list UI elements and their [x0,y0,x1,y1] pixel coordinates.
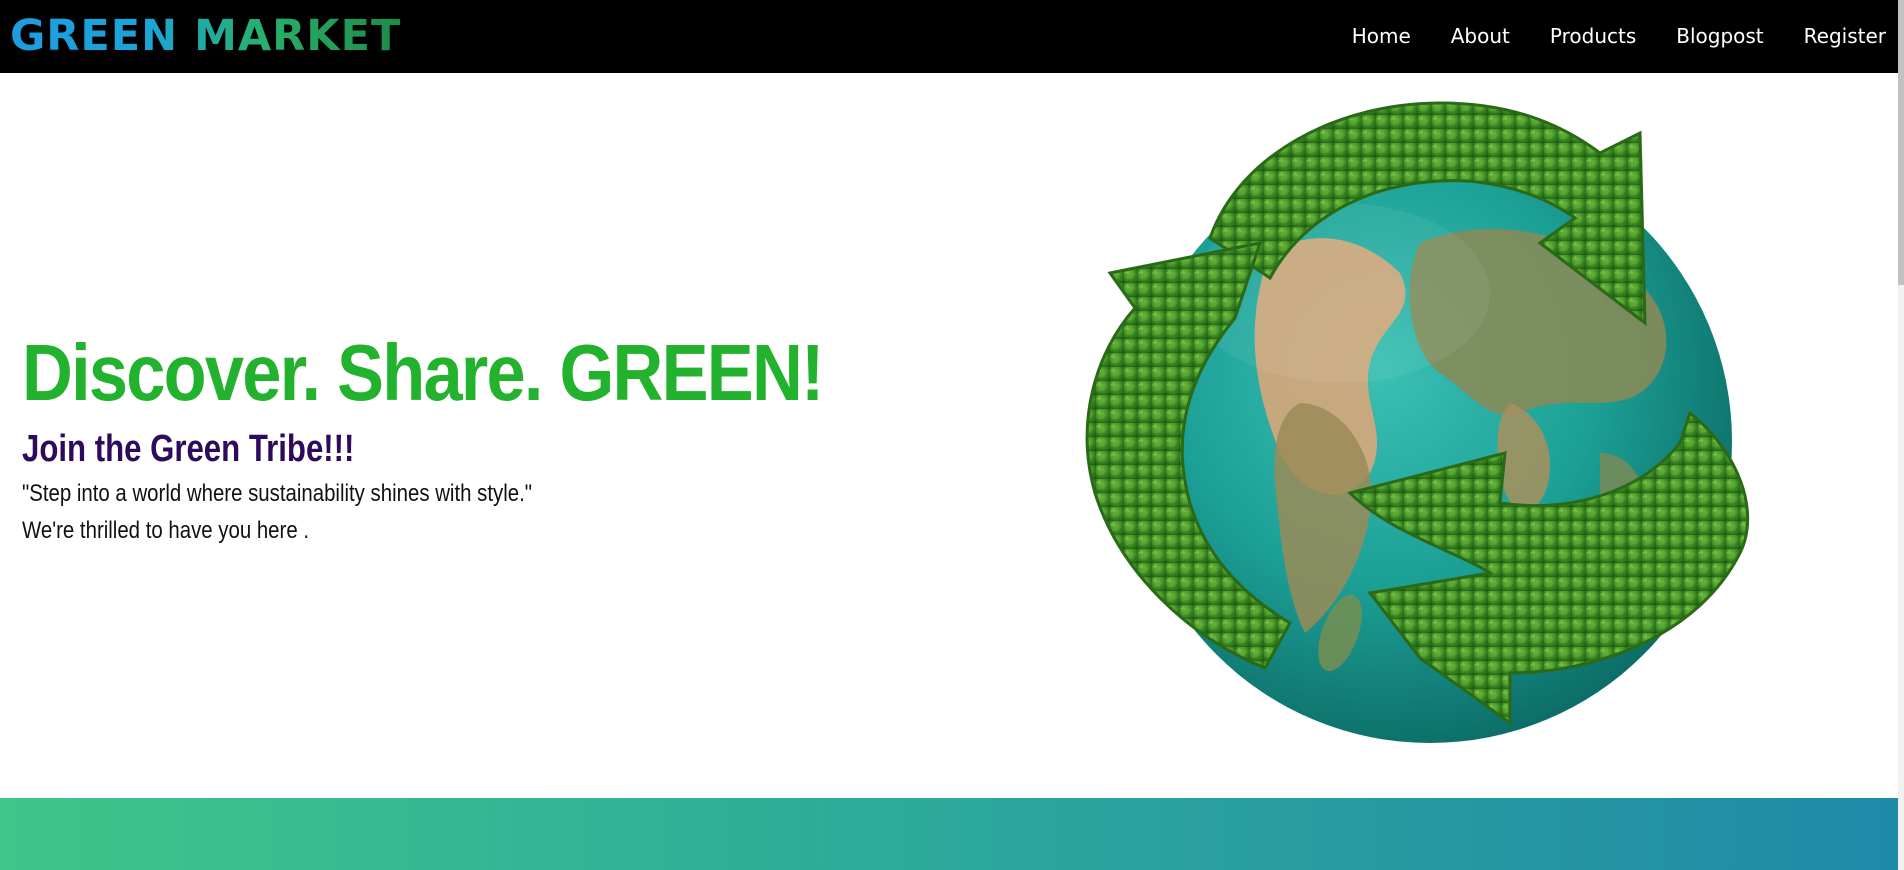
scrollbar-thumb[interactable] [1898,0,1904,285]
hero-text: Discover. Share. GREEN! Join the Green T… [22,325,932,549]
navbar: GREEN MARKET Home About Products Blogpos… [0,0,1898,73]
hero-subheading: Join the Green Tribe!!! [22,428,355,470]
nav-links: Home About Products Blogpost Register [1312,22,1886,50]
brand-logo[interactable]: GREEN MARKET [10,10,401,62]
nav-item-blogpost[interactable]: Blogpost [1676,22,1763,50]
hero-quote: "Step into a world where sustainability … [22,480,532,507]
hero-heading: Discover. Share. GREEN! [22,328,825,417]
nav-item-register[interactable]: Register [1804,22,1886,50]
bottom-band [0,798,1898,870]
nav-item-products[interactable]: Products [1550,22,1636,50]
page: GREEN MARKET Home About Products Blogpos… [0,0,1904,870]
globe-recycle-icon [1040,73,1780,798]
scrollbar[interactable] [1898,0,1904,870]
hero-welcome: We're thrilled to have you here . [22,517,310,544]
nav-item-home[interactable]: Home [1352,22,1411,50]
nav-item-about[interactable]: About [1451,22,1510,50]
